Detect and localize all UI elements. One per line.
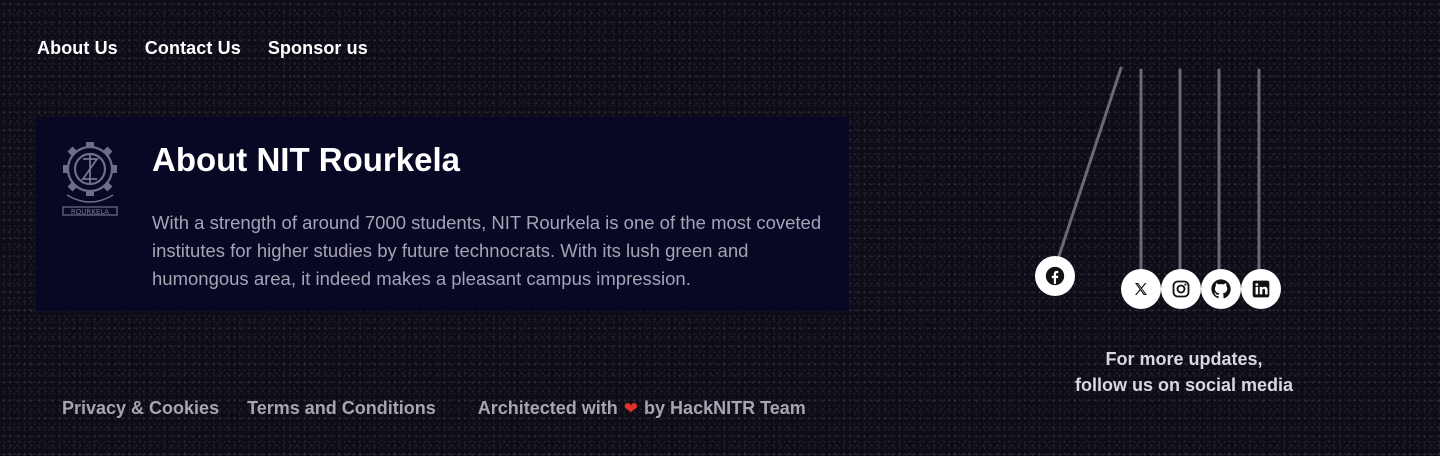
x-twitter-button[interactable]: [1121, 269, 1161, 309]
logo-seal-text: ROURKELA: [71, 208, 109, 216]
about-title: About NIT Rourkela: [152, 141, 461, 178]
footer-links: Privacy & Cookies Terms and Conditions A…: [62, 398, 806, 419]
social-caption-line1: For more updates,: [1105, 349, 1263, 369]
instagram-button[interactable]: [1161, 269, 1201, 309]
social-caption-line2: follow us on social media: [1074, 375, 1294, 395]
linkedin-icon: [1252, 280, 1270, 298]
terms-conditions-link[interactable]: Terms and Conditions: [247, 398, 436, 419]
instagram-icon: [1172, 280, 1190, 298]
social-caption: For more updates, follow us on social me…: [1050, 346, 1318, 398]
credit-suffix: by HackNITR Team: [644, 398, 806, 418]
nav-contact-us-link[interactable]: Contact Us: [145, 38, 241, 59]
about-description: With a strength of around 7000 students,…: [152, 212, 822, 289]
top-nav: About Us Contact Us Sponsor us: [37, 38, 368, 59]
credit-text: Architected with ❤ by HackNITR Team: [478, 398, 806, 419]
nav-sponsor-us-link[interactable]: Sponsor us: [268, 38, 368, 59]
credit-prefix: Architected with: [477, 398, 618, 418]
about-nit-card: ROURKELA About NIT Rourkela With a stren…: [36, 117, 849, 311]
linkedin-button[interactable]: [1241, 269, 1281, 309]
nit-rourkela-logo-icon: ROURKELA: [53, 135, 127, 219]
privacy-cookies-link[interactable]: Privacy & Cookies: [62, 398, 219, 419]
x-twitter-icon: [1135, 283, 1147, 295]
github-button[interactable]: [1201, 269, 1241, 309]
github-icon: [1211, 279, 1231, 299]
heart-icon: ❤: [623, 399, 639, 418]
facebook-button[interactable]: [1035, 256, 1075, 296]
facebook-icon: [1045, 266, 1065, 286]
nav-about-us-link[interactable]: About Us: [37, 38, 118, 59]
